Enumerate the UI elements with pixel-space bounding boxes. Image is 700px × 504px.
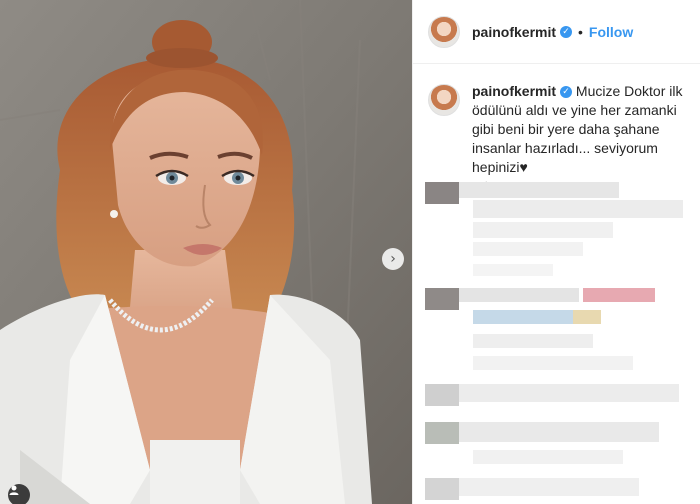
post-sidebar: painofkermit ✓ • Follow painofkermit ✓ Mu… xyxy=(412,0,700,504)
verified-badge-icon: ✓ xyxy=(560,25,573,38)
tagged-users-button[interactable] xyxy=(8,484,30,504)
caption-verified-badge-icon: ✓ xyxy=(560,86,573,99)
post-caption: painofkermit ✓ Mucize Doktor ilk ödülünü … xyxy=(413,64,700,177)
caption-avatar[interactable] xyxy=(428,84,460,116)
username-link[interactable]: painofkermit xyxy=(472,24,556,40)
post-photo[interactable]: › xyxy=(0,0,412,504)
chevron-right-icon: › xyxy=(390,251,396,267)
post-header: painofkermit ✓ • Follow xyxy=(413,0,700,64)
portrait-image xyxy=(0,0,412,504)
user-tag-icon xyxy=(9,485,19,495)
caption-text: painofkermit ✓ Mucize Doktor ilk ödülünü … xyxy=(472,82,686,177)
follow-button[interactable]: Follow xyxy=(589,24,633,40)
obscured-comments xyxy=(413,170,700,504)
avatar[interactable] xyxy=(428,15,460,48)
next-photo-button[interactable]: › xyxy=(382,248,404,270)
header-separator: • xyxy=(578,23,583,40)
caption-username-link[interactable]: painofkermit xyxy=(472,83,556,99)
